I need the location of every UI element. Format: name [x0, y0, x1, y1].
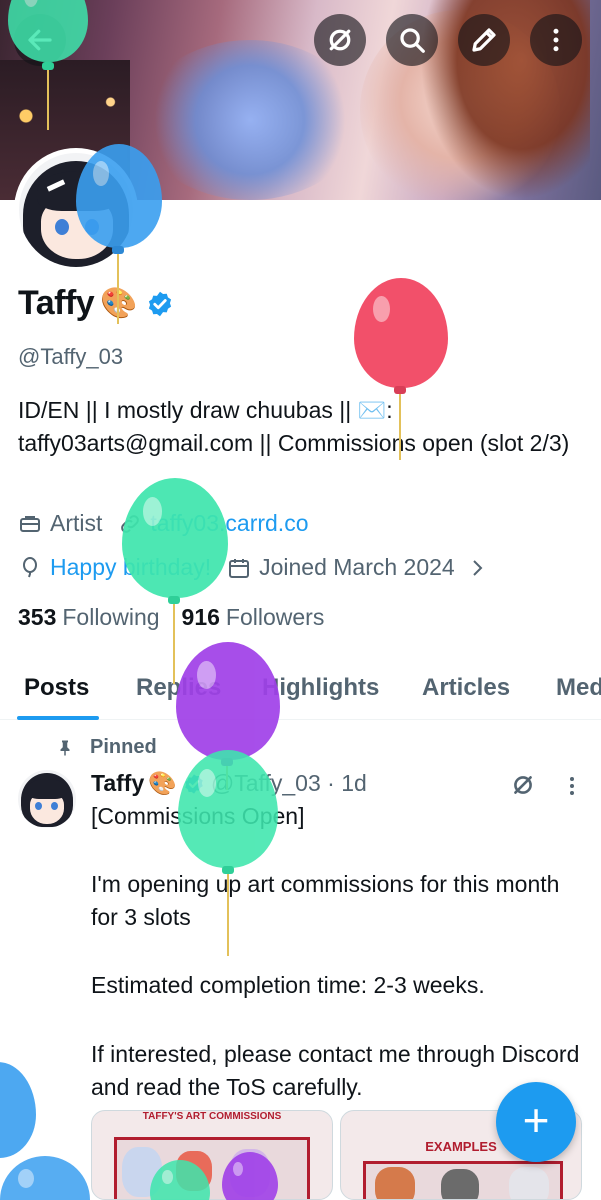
- post-media-1[interactable]: TAFFY'S ART COMMISSIONS: [91, 1110, 333, 1200]
- following-stat[interactable]: 353 Following: [18, 604, 160, 631]
- edit-icon: [472, 28, 496, 52]
- plus-icon: +: [522, 1094, 550, 1146]
- grok-icon[interactable]: [510, 772, 536, 798]
- post-author-avatar[interactable]: [18, 770, 76, 828]
- pinned-label: Pinned: [56, 736, 157, 759]
- followers-stat[interactable]: 916 Followers: [182, 604, 325, 631]
- post-more-icon[interactable]: [562, 774, 582, 796]
- profile-bio: ID/EN || I mostly draw chuubas || ✉️: ta…: [18, 397, 570, 456]
- balloon-icon: [23, 556, 37, 577]
- more-button[interactable]: [530, 14, 582, 66]
- post-author-emoji: 🎨: [148, 770, 177, 796]
- tab-posts[interactable]: Posts: [24, 674, 89, 702]
- post-text-line: I'm opening up art commissions for this …: [91, 871, 560, 930]
- post-text-line: [Commissions Open]: [91, 803, 304, 829]
- joined-date: Joined March 2024: [259, 554, 455, 580]
- search-button[interactable]: [386, 14, 438, 66]
- profile-name-row: Taffy 🎨: [18, 284, 174, 323]
- profile-handle: @Taffy_03: [18, 344, 124, 369]
- grok-icon: [329, 29, 351, 51]
- more-vertical-icon: [553, 28, 559, 52]
- tab-media[interactable]: Media: [556, 674, 601, 702]
- tab-articles[interactable]: Articles: [422, 674, 510, 702]
- grok-button[interactable]: [314, 14, 366, 66]
- profile-category: Artist: [50, 510, 103, 536]
- edit-button[interactable]: [458, 14, 510, 66]
- briefcase-icon: [20, 515, 40, 532]
- post-author-name[interactable]: Taffy: [91, 770, 144, 797]
- active-tab-indicator: [17, 716, 99, 720]
- chevron-right-icon[interactable]: [465, 556, 489, 580]
- verified-badge-icon[interactable]: [146, 290, 174, 318]
- pin-icon: [60, 740, 70, 755]
- compose-fab[interactable]: +: [496, 1082, 576, 1162]
- calendar-icon: [229, 558, 250, 578]
- post-text-line: Estimated completion time: 2-3 weeks.: [91, 972, 485, 998]
- profile-tabs: Posts Replies Highlights Articles Media: [0, 662, 601, 720]
- profile-meta-row-2: Happy birthday! Joined March 2024: [18, 554, 497, 581]
- profile-stats: 353 Following 916 Followers: [18, 604, 346, 631]
- search-icon: [400, 28, 425, 53]
- tab-highlights[interactable]: Highlights: [262, 674, 379, 702]
- profile-name: Taffy: [18, 284, 95, 322]
